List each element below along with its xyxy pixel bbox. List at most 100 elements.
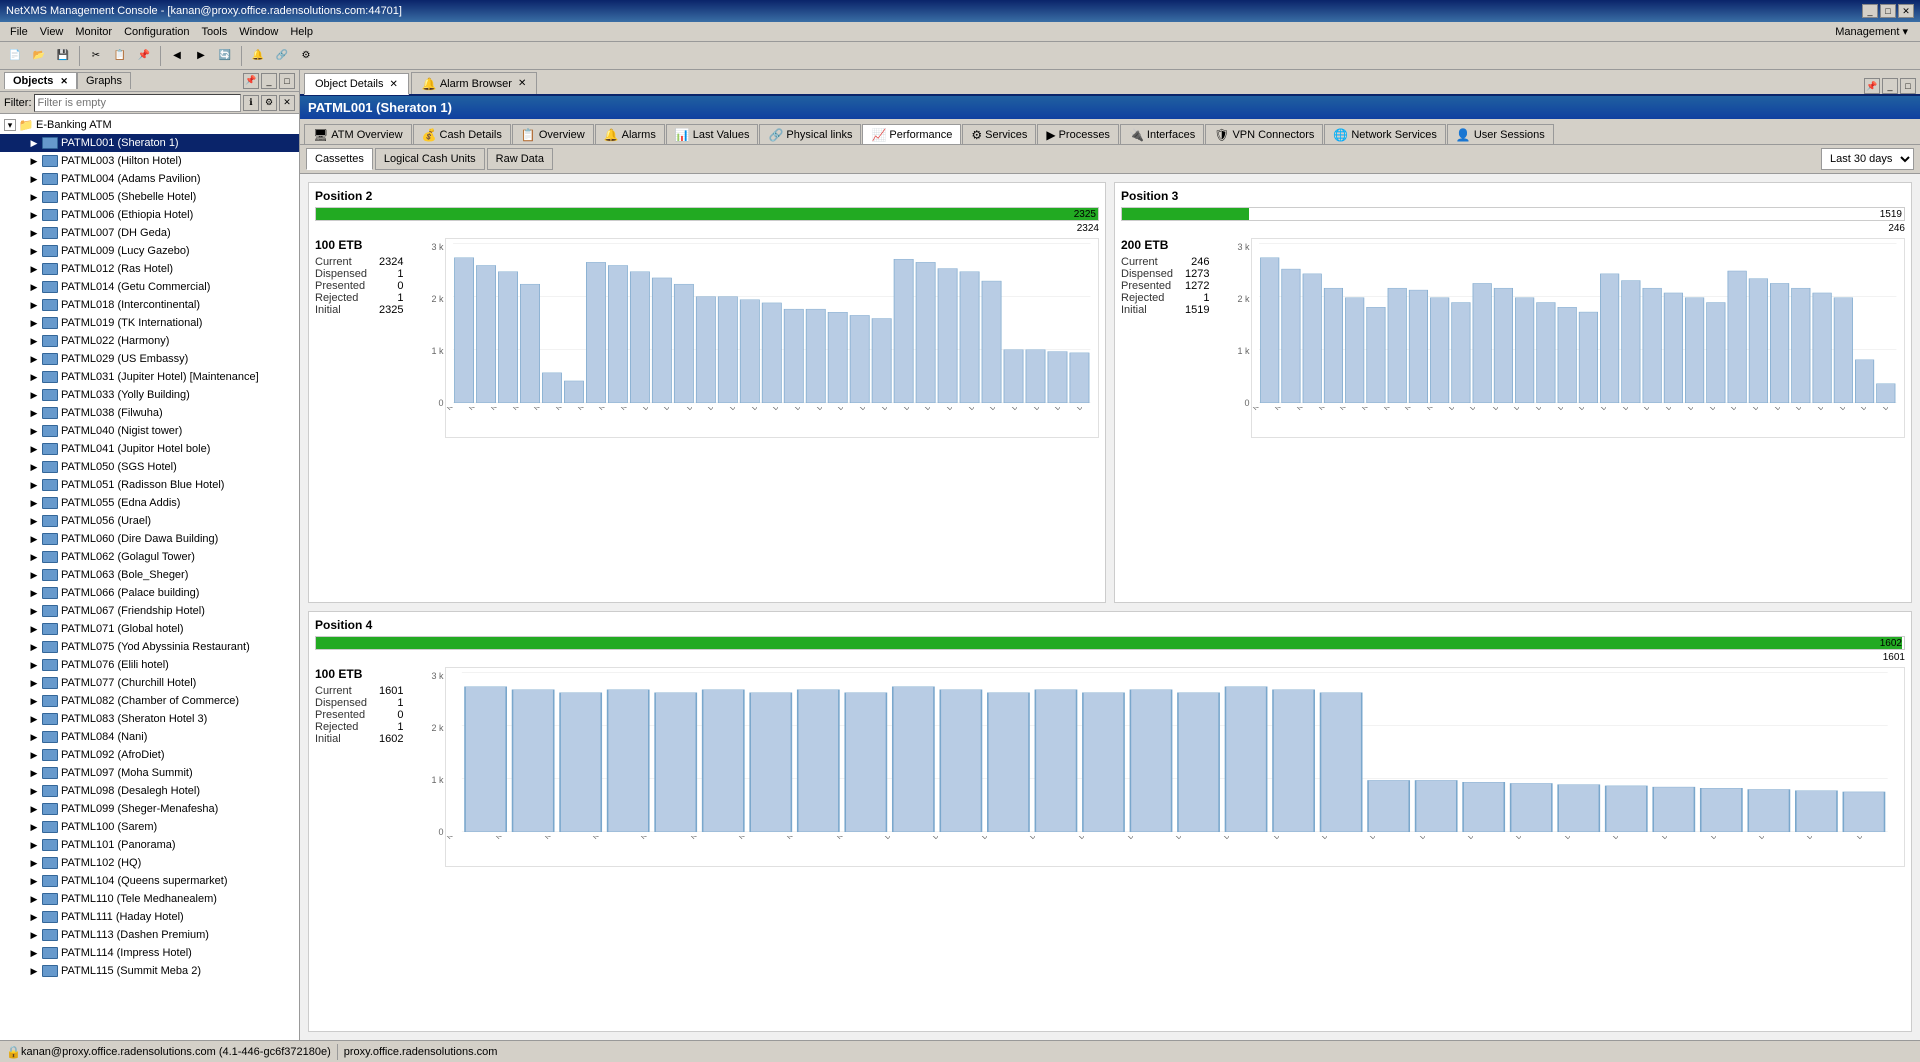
toolbar-save[interactable]: 💾: [52, 45, 74, 67]
toolbar-refresh[interactable]: 🔄: [214, 45, 236, 67]
tree-item[interactable]: ▶ PATML060 (Dire Dawa Building): [0, 530, 299, 548]
toolbar-cut[interactable]: ✂: [85, 45, 107, 67]
nav-tab-network-services[interactable]: 🌐 Network Services: [1324, 124, 1446, 144]
tree-item[interactable]: ▶ PATML012 (Ras Hotel): [0, 260, 299, 278]
panel-minimize-button[interactable]: _: [261, 73, 277, 89]
menu-tools[interactable]: Tools: [196, 24, 234, 40]
tree-item[interactable]: ▶ PATML102 (HQ): [0, 854, 299, 872]
minimize-button[interactable]: _: [1862, 4, 1878, 18]
tab-object-details[interactable]: Object Details ✕: [304, 73, 409, 95]
tree-item[interactable]: ▶ PATML104 (Queens supermarket): [0, 872, 299, 890]
tree-toggle-expand[interactable]: ▾: [4, 119, 16, 131]
nav-tab-overview[interactable]: 📋 Overview: [512, 124, 594, 144]
tree-item[interactable]: ▶ PATML082 (Chamber of Commerce): [0, 692, 299, 710]
tree-item[interactable]: ▶ PATML077 (Churchill Hotel): [0, 674, 299, 692]
panel-maximize-button[interactable]: □: [279, 73, 295, 89]
menu-window[interactable]: Window: [233, 24, 284, 40]
tree-item[interactable]: ▶ PATML075 (Yod Abyssinia Restaurant): [0, 638, 299, 656]
objects-tab-close[interactable]: ✕: [60, 76, 68, 86]
nav-tab-processes[interactable]: ▶ Processes: [1037, 124, 1119, 144]
tree-item[interactable]: ▶ PATML099 (Sheger-Menafesha): [0, 800, 299, 818]
tree-item[interactable]: ▶ PATML067 (Friendship Hotel): [0, 602, 299, 620]
tree-item[interactable]: ▶ PATML018 (Intercontinental): [0, 296, 299, 314]
tree-item[interactable]: ▶ PATML022 (Harmony): [0, 332, 299, 350]
tree-item[interactable]: ▶ PATML007 (DH Geda): [0, 224, 299, 242]
tree-item[interactable]: ▶ PATML113 (Dashen Premium): [0, 926, 299, 944]
tab-bar-minimize-button[interactable]: _: [1882, 78, 1898, 94]
toolbar-settings[interactable]: ⚙: [295, 45, 317, 67]
nav-tab-last-values[interactable]: 📊 Last Values: [666, 124, 759, 144]
tree-item[interactable]: ▶ PATML097 (Moha Summit): [0, 764, 299, 782]
filter-input[interactable]: [34, 94, 242, 112]
tree-item[interactable]: ▶ PATML003 (Hilton Hotel): [0, 152, 299, 170]
menu-view[interactable]: View: [34, 24, 70, 40]
nav-tab-physical-links[interactable]: 🔗 Physical links: [759, 124, 861, 144]
tree-item[interactable]: ▶ PATML014 (Getu Commercial): [0, 278, 299, 296]
toolbar-back[interactable]: ◀: [166, 45, 188, 67]
toolbar-paste[interactable]: 📌: [133, 45, 155, 67]
tree-item[interactable]: ▶ PATML062 (Golagul Tower): [0, 548, 299, 566]
nav-tab-performance[interactable]: 📈 Performance: [862, 124, 961, 144]
tree-item[interactable]: ▶ PATML040 (Nigist tower): [0, 422, 299, 440]
tree-item[interactable]: ▶ PATML055 (Edna Addis): [0, 494, 299, 512]
menu-configuration[interactable]: Configuration: [118, 24, 195, 40]
tree-item[interactable]: ▶ PATML031 (Jupiter Hotel) [Maintenance]: [0, 368, 299, 386]
tree-item[interactable]: ▶ PATML071 (Global hotel): [0, 620, 299, 638]
nav-tab-services[interactable]: ⚙ Services: [962, 124, 1036, 144]
nav-tab-interfaces[interactable]: 🔌 Interfaces: [1120, 124, 1204, 144]
tree-item[interactable]: ▶ PATML076 (Elili hotel): [0, 656, 299, 674]
panel-tab-graphs[interactable]: Graphs: [77, 72, 131, 89]
tree-item[interactable]: ▶ PATML041 (Jupitor Hotel bole): [0, 440, 299, 458]
tab-bar-pin-button[interactable]: 📌: [1864, 78, 1880, 94]
tab-bar-maximize-button[interactable]: □: [1900, 78, 1916, 94]
close-button[interactable]: ✕: [1898, 4, 1914, 18]
toolbar-copy[interactable]: 📋: [109, 45, 131, 67]
nav-tab-user-sessions[interactable]: 👤 User Sessions: [1447, 124, 1554, 144]
toolbar-new[interactable]: 📄: [4, 45, 26, 67]
toolbar-alarm[interactable]: 🔔: [247, 45, 269, 67]
tree-item[interactable]: ▶ PATML019 (TK International): [0, 314, 299, 332]
nav-tab-cash-details[interactable]: 💰 Cash Details: [413, 124, 511, 144]
tree-item[interactable]: ▶ PATML050 (SGS Hotel): [0, 458, 299, 476]
menu-help[interactable]: Help: [284, 24, 319, 40]
logical-cash-units-button[interactable]: Logical Cash Units: [375, 148, 485, 170]
tree-item[interactable]: ▶ PATML115 (Summit Meba 2): [0, 962, 299, 980]
tab-alarm-browser[interactable]: 🔔 Alarm Browser ✕: [411, 72, 537, 94]
menu-file[interactable]: File: [4, 24, 34, 40]
toolbar-open[interactable]: 📂: [28, 45, 50, 67]
tab-object-details-close[interactable]: ✕: [389, 79, 397, 90]
tree-item[interactable]: ▶ PATML084 (Nani): [0, 728, 299, 746]
cassettes-button[interactable]: Cassettes: [306, 148, 373, 170]
tree-item[interactable]: ▶ PATML033 (Yolly Building): [0, 386, 299, 404]
toolbar-forward[interactable]: ▶: [190, 45, 212, 67]
tree-item[interactable]: ▶ PATML009 (Lucy Gazebo): [0, 242, 299, 260]
time-range-select[interactable]: Last 30 days: [1821, 148, 1914, 170]
filter-settings-button[interactable]: ⚙: [261, 95, 277, 111]
tree-item[interactable]: ▶ PATML066 (Palace building): [0, 584, 299, 602]
filter-info-button[interactable]: ℹ: [243, 95, 259, 111]
restore-button[interactable]: □: [1880, 4, 1896, 18]
tree-item[interactable]: ▶ PATML001 (Sheraton 1): [0, 134, 299, 152]
tree-item[interactable]: ▶ PATML098 (Desalegh Hotel): [0, 782, 299, 800]
nav-tab-vpn-connectors[interactable]: 🛡 VPN Connectors: [1205, 124, 1323, 144]
tree-item[interactable]: ▶ PATML029 (US Embassy): [0, 350, 299, 368]
tree-container[interactable]: ▾ 📁 E-Banking ATM ▶ PATML001 (Sheraton 1…: [0, 114, 299, 1040]
raw-data-button[interactable]: Raw Data: [487, 148, 553, 170]
tree-item[interactable]: ▶ PATML110 (Tele Medhanealem): [0, 890, 299, 908]
nav-tab-atm-overview[interactable]: 🖥 ATM Overview: [304, 124, 412, 144]
tree-item[interactable]: ▶ PATML004 (Adams Pavilion): [0, 170, 299, 188]
tab-alarm-browser-close[interactable]: ✕: [518, 78, 526, 89]
tree-group-header[interactable]: ▾ 📁 E-Banking ATM: [0, 116, 299, 134]
panel-tab-objects[interactable]: Objects ✕: [4, 72, 77, 89]
tree-item[interactable]: ▶ PATML101 (Panorama): [0, 836, 299, 854]
tree-item[interactable]: ▶ PATML005 (Shebelle Hotel): [0, 188, 299, 206]
tree-item[interactable]: ▶ PATML111 (Haday Hotel): [0, 908, 299, 926]
tree-item[interactable]: ▶ PATML100 (Sarem): [0, 818, 299, 836]
tree-item[interactable]: ▶ PATML063 (Bole_Sheger): [0, 566, 299, 584]
toolbar-connect[interactable]: 🔗: [271, 45, 293, 67]
tree-item[interactable]: ▶ PATML038 (Filwuha): [0, 404, 299, 422]
tree-item[interactable]: ▶ PATML092 (AfroDiet): [0, 746, 299, 764]
nav-tab-alarms[interactable]: 🔔 Alarms: [595, 124, 665, 144]
tree-item[interactable]: ▶ PATML056 (Urael): [0, 512, 299, 530]
filter-clear-button[interactable]: ✕: [279, 95, 295, 111]
